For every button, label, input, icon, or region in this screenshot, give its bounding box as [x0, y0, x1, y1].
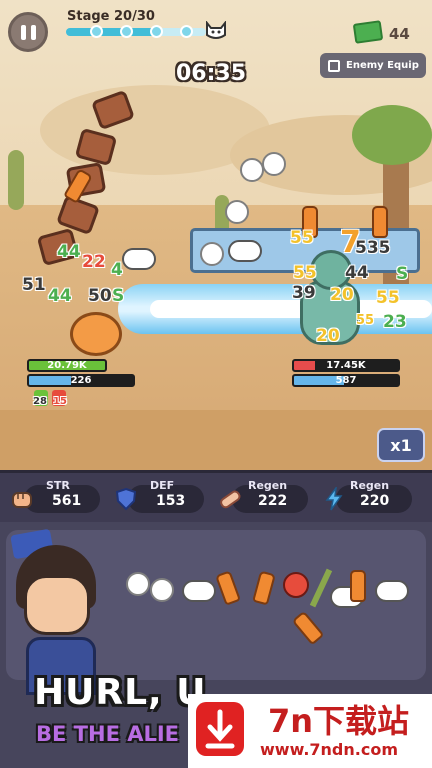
cactus [8, 150, 24, 210]
cash-value: 44 [389, 25, 410, 43]
damage-number: 44 [345, 263, 369, 283]
gamepad-item[interactable] [182, 580, 216, 602]
download-logo-icon [196, 702, 244, 756]
enemy-equip-label: Enemy Equip [346, 60, 419, 71]
swirl-projectile [262, 152, 286, 176]
damage-number: 50 [88, 286, 112, 306]
bottle-item[interactable] [350, 570, 366, 602]
cash-icon [352, 20, 384, 44]
stage-node [150, 25, 163, 38]
damage-number: 20 [330, 285, 354, 305]
damage-number: 44 [57, 242, 81, 262]
character-face [24, 575, 90, 635]
paddle-item[interactable] [283, 572, 309, 598]
stat-name: DEF [150, 479, 175, 492]
damage-number: 23 [383, 312, 407, 332]
stage-progress-fill [66, 28, 160, 36]
swirl-projectile [225, 200, 249, 224]
equip-icon [328, 59, 340, 72]
battle-timer: 06:35 [176, 61, 247, 86]
stat-name: Regen [248, 479, 288, 492]
download-arrow-icon [205, 709, 235, 749]
enemy-energy-value: 587 [335, 375, 357, 386]
pause-icon [30, 24, 36, 40]
damage-number: 55 [290, 228, 314, 248]
player-energy-bar: 226 [27, 374, 135, 387]
damage-number: 51 [22, 275, 46, 295]
damage-number: 22 [82, 252, 106, 272]
stat-value: 222 [258, 493, 288, 509]
damage-number: 20 [316, 326, 340, 346]
player-character [70, 312, 122, 356]
palm-leaves [352, 105, 432, 165]
fist-icon [12, 492, 32, 508]
lightning-icon [325, 487, 343, 511]
buff-value: 28 [33, 396, 47, 407]
stage-node [120, 25, 133, 38]
damage-number: 55 [376, 288, 400, 308]
gamepad-projectile [122, 248, 156, 270]
player-energy-value: 226 [70, 375, 92, 386]
player-hp-value: 20.79K [47, 360, 87, 371]
pause-icon [20, 24, 26, 40]
promo-subline: BE THE ALIE [36, 722, 180, 746]
boss-cat-icon [206, 21, 226, 39]
stat-value: 220 [360, 493, 390, 509]
buff-value: 15 [53, 396, 67, 407]
damage-number: S [112, 286, 125, 306]
stat-name: Regen [350, 479, 390, 492]
stage-node [90, 25, 103, 38]
swirl-item[interactable] [150, 578, 174, 602]
stat-value: 561 [52, 493, 82, 509]
speed-toggle-button[interactable]: x1 [377, 428, 425, 462]
promo-headline: HURL, U [34, 672, 207, 713]
swirl-projectile [240, 158, 264, 182]
damage-number: 535 [355, 238, 391, 258]
damage-number: S [396, 264, 409, 284]
damage-number: 44 [48, 286, 72, 306]
battle-scene: 44 22 4 51 44 50 S 55 7 535 55 44 S 39 2… [0, 0, 432, 470]
ground-edge [0, 410, 432, 470]
bandage-icon [220, 490, 241, 509]
pause-button[interactable] [8, 12, 48, 52]
player-hp-bar: 20.79K [27, 359, 107, 372]
stage-node [180, 25, 193, 38]
watermark: 7n下载站 www.7ndn.com [188, 694, 432, 768]
shield-icon [115, 487, 137, 511]
flying-bottle [372, 206, 388, 238]
swirl-item[interactable] [126, 572, 150, 596]
enemy-hp-bar: 17.45K [292, 359, 400, 372]
watermark-url: www.7ndn.com [260, 740, 398, 759]
gamepad-projectile [228, 240, 262, 262]
enemy-hp-value: 17.45K [326, 360, 366, 371]
swirl-projectile [200, 242, 224, 266]
damage-number: 55 [356, 313, 375, 328]
damage-number: 39 [292, 283, 316, 303]
enemy-equip-button[interactable]: Enemy Equip [320, 53, 426, 78]
damage-number: 4 [111, 260, 123, 280]
watermark-title: 7n下载站 [268, 702, 410, 740]
stats-bar: STR 561 DEF 153 Regen 222 Regen 220 [0, 470, 432, 522]
stage-label: Stage 20/30 [67, 9, 155, 24]
gamepad-item[interactable] [375, 580, 409, 602]
damage-number: 55 [293, 263, 317, 283]
stat-name: STR [46, 479, 70, 492]
stat-value: 153 [156, 493, 186, 509]
enemy-energy-bar: 587 [292, 374, 400, 387]
